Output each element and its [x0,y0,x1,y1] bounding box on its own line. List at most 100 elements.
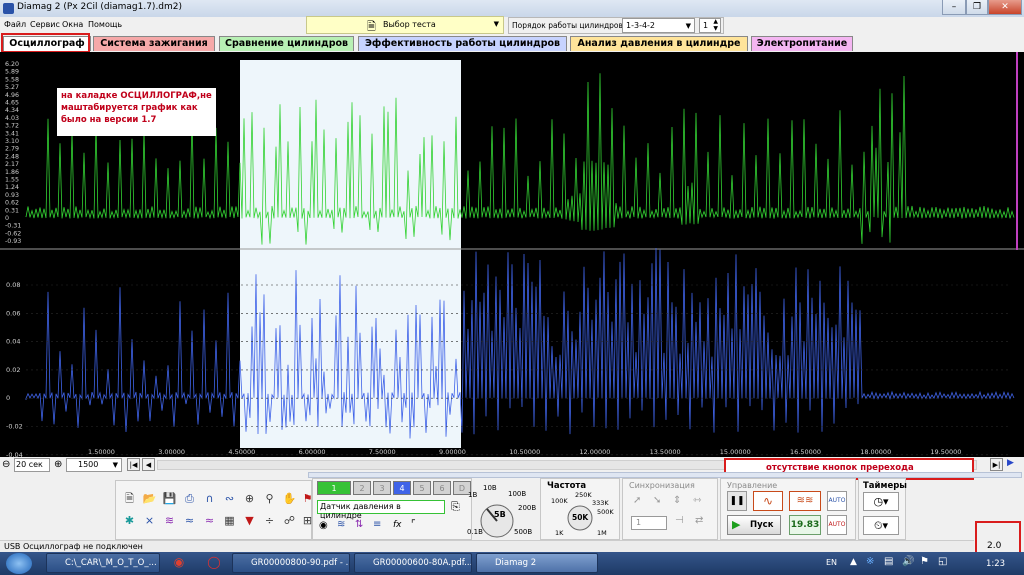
stack-icon[interactable]: ≡ [373,519,381,530]
link-icon[interactable]: ☍ [282,513,297,528]
tray-up-arrow-icon[interactable]: ▲ [850,557,857,567]
play-icon: ▶ [732,518,741,531]
noise-mode-button[interactable]: ≋≋ [789,491,821,511]
tab-power[interactable]: Электропитание [751,36,853,51]
filter-red-icon[interactable]: ▼ [242,513,257,528]
channel-button-3[interactable]: 3 [373,481,391,495]
menu-help[interactable]: Помощь [88,20,122,29]
auto-stop-button[interactable]: AUTO [827,515,847,535]
sync-both-icon[interactable]: ⇕ [673,495,681,506]
maximize-button[interactable]: ❐ [966,0,988,15]
sync-arrows-icon[interactable]: ⇄ [695,515,703,526]
magnifier-icon[interactable]: ⚲ [262,491,277,506]
freq-label-1k: 1K [555,529,564,537]
print-icon[interactable]: ⎙ [182,491,197,506]
sync-level-icon[interactable]: ⇿ [693,495,701,506]
volume-icon[interactable]: 🔊 [902,556,914,567]
pressure-tick-label: 6.20 [5,61,19,68]
menu-service[interactable]: Сервис [30,20,60,29]
flag-icon[interactable]: ⚑ [920,556,929,567]
cyl-count-spinner[interactable]: 1 ▲ ▼ [699,18,721,33]
auto-button[interactable]: AUTO [827,491,847,511]
cross-icon[interactable]: ⨯ [142,513,157,528]
sync-rise-icon[interactable]: ➚ [633,495,641,506]
scroll-right-button[interactable]: ▶| [990,458,1003,471]
timer-stopwatch-button[interactable]: ⏲▾ [863,516,899,535]
eye-icon[interactable]: ◉ [319,520,328,531]
filter-icon[interactable]: ✱ [122,513,137,528]
sync-channel-select[interactable]: 1 [631,516,667,530]
channel-button-1[interactable]: 1 [317,481,351,495]
tab-ignition[interactable]: Система зажигания [93,36,215,51]
sync-panel: Синхронизация ➚ ➘ ⇕ ⇿ 1 ⊣ ⇄ [622,478,718,540]
control-value: 19.83 [789,515,821,535]
pressure-tick-label: 2.48 [5,153,19,160]
timer-clock-button[interactable]: ◷▾ [863,492,899,511]
start-button[interactable]: ▶ Пуск [727,515,781,535]
samples-select[interactable]: 1500 ▼ [66,458,122,472]
spinner-arrows-icon[interactable]: ▲ ▼ [713,18,718,32]
scroll-start-button[interactable]: |◀ [127,458,140,471]
start-orb-icon[interactable] [6,553,32,574]
taskbar-window-pdf2[interactable]: GR00000600-80A.pdf... [354,553,472,573]
wave-compare-icon[interactable]: ≈ [182,513,197,528]
language-indicator[interactable]: EN [826,558,837,567]
oscilloscope[interactable]: 6.20 5.89 5.58 5.27 4.96 4.65 4.34 4.03 3.72 3.41… [0,52,1024,457]
selection-region[interactable] [240,60,461,448]
opera-icon[interactable]: ◯ [203,555,225,572]
menu-file[interactable]: Файл [4,20,26,29]
magnet-icon[interactable]: ∩ [202,491,217,506]
cyl-order-label: Порядок работы цилиндров [512,21,623,30]
channel-button-6[interactable]: 6 [433,481,451,495]
bluetooth-icon[interactable]: ※ [866,556,874,567]
table-icon[interactable]: ▦ [222,513,237,528]
power-icon[interactable]: ◱ [938,556,947,567]
channel-button-4[interactable]: 4 [393,481,411,495]
taskbar-window-diamag[interactable]: Diamag 2 [476,553,598,573]
pressure-tick-label: 1.24 [5,184,19,191]
divide-icon[interactable]: ÷ [262,513,277,528]
save-icon[interactable]: 💾 [162,491,177,506]
curve-icon[interactable]: ∾ [222,491,237,506]
waveform-icon[interactable]: ≋ [337,519,345,530]
test-select[interactable]: 🗎 Выбор теста ▼ [306,16,504,34]
wave-icon[interactable]: ≋ [162,513,177,528]
tab-cyl-efficiency[interactable]: Эффективность работы цилиндров [358,36,567,51]
channels-panel: 1 2 3 4 5 6 D Датчик давления в цилиндре… [312,478,514,540]
cursor-pair-icon[interactable]: ⊕ [242,491,257,506]
tab-cyl-compare[interactable]: Сравнение цилиндров [219,36,354,51]
zoom-in-icon[interactable]: ⊕ [54,459,62,470]
sync-tick-label: 0.06 [6,309,20,317]
sine-mode-button[interactable]: ∿ [753,491,783,511]
sync-tune-icon[interactable]: ⊣ [675,515,684,526]
close-button[interactable]: ✕ [988,0,1022,15]
time-select[interactable]: 20 сек [14,458,50,472]
channel-sensor-select[interactable]: Датчик давления в цилиндре [317,500,445,520]
chrome-icon[interactable]: ◉ [168,555,190,572]
sync-fall-icon[interactable]: ➘ [653,495,661,506]
pause-button[interactable]: ❚❚ [727,491,747,511]
time-tick-label: 18.00000 [860,448,891,456]
play-icon[interactable]: ▶ [1007,458,1020,471]
pressure-tick-label: 2.17 [5,161,19,168]
minimize-button[interactable]: – [942,0,966,15]
new-file-icon[interactable]: 🗎 [122,491,137,506]
taskbar-window-pdf1[interactable]: GR00000800-90.pdf - ... [232,553,350,573]
cyl-order-select[interactable]: 1-3-4-2 ▼ [622,18,695,33]
time-tick-label: 15.00000 [720,448,751,456]
taskbar-window-explorer[interactable]: C:\_CAR\_M_O_T_O_... [46,553,160,573]
scroll-left-button[interactable]: ◀ [142,458,155,471]
ruler-icon[interactable]: ⌜ [411,519,416,530]
time-tick-label: 4.50000 [228,448,255,456]
tab-pressure-analysis[interactable]: Анализ давления в цилиндре [570,36,748,51]
channel-button-5[interactable]: 5 [413,481,431,495]
function-icon[interactable]: fx [393,520,402,530]
channel-button-2[interactable]: 2 [353,481,371,495]
hand-icon[interactable]: ✋ [282,491,297,506]
open-folder-icon[interactable]: 📂 [142,491,157,506]
menu-windows[interactable]: Окна [62,20,83,29]
zoom-out-icon[interactable]: ⊖ [2,459,10,470]
invert-icon[interactable]: ⇅ [355,519,363,530]
network-icon[interactable]: ▤ [884,556,893,567]
wave-sync-icon[interactable]: ≈ [202,513,217,528]
